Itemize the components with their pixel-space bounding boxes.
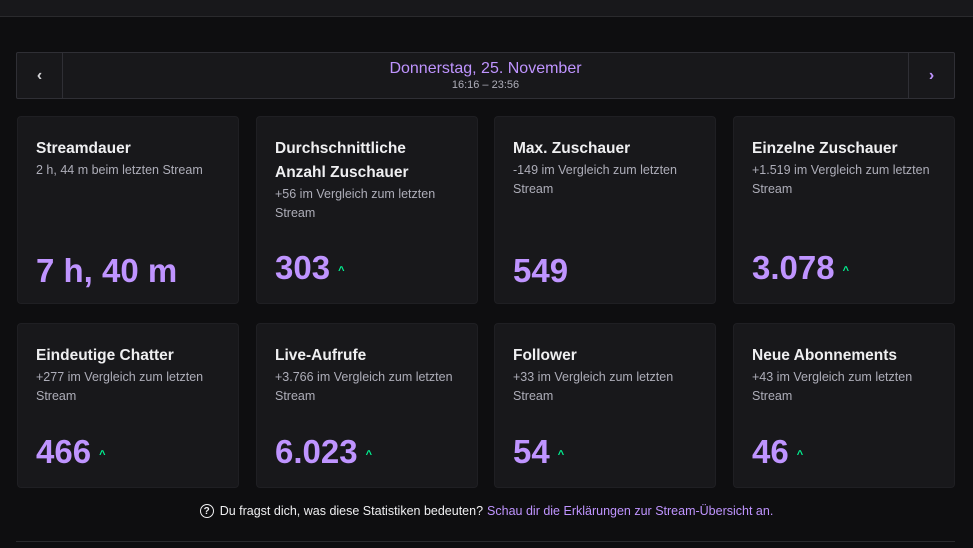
stat-title: Durchschnittliche Anzahl Zuschauer (275, 140, 409, 181)
stat-comparison: -149 im Vergleich zum letzten Stream (513, 163, 677, 196)
stat-value-text: 3.078 (752, 249, 835, 286)
stat-value: 6.023 ^ (275, 431, 372, 473)
stream-date: Donnerstag, 25. November (389, 60, 582, 77)
trend-up-icon: ^ (842, 265, 850, 277)
stat-title: Neue Abonnements (752, 347, 897, 364)
stat-card-new-subscriptions: Neue Abonnements +43 im Vergleich zum le… (733, 323, 955, 488)
stat-value: 7 h, 40 m (36, 253, 177, 289)
stat-card-followers: Follower +33 im Vergleich zum letzten St… (494, 323, 716, 488)
stat-value-text: 549 (513, 252, 569, 289)
next-stream-button[interactable]: › (908, 53, 954, 98)
trend-up-icon: ^ (796, 449, 804, 461)
stat-comparison: 2 h, 44 m beim letzten Stream (36, 163, 203, 177)
stat-value-text: 7 h, 40 m (36, 252, 178, 289)
stream-time-range: 16:16 – 23:56 (451, 79, 520, 91)
trend-up-icon: ^ (99, 449, 106, 461)
stat-title: Live-Aufrufe (275, 347, 367, 364)
stream-summary-explanation-link[interactable]: Schau dir die Erklärungen zur Stream-Übe… (487, 504, 773, 518)
date-navigator: ‹ Donnerstag, 25. November 16:16 – 23:56… (16, 52, 955, 99)
trend-up-icon: ^ (365, 449, 373, 461)
stat-comparison: +3.766 im Vergleich zum letzten Stream (275, 370, 453, 403)
stat-card-unique-viewers: Einzelne Zuschauer +1.519 im Vergleich z… (733, 116, 955, 304)
stat-value: 46 ^ (752, 431, 803, 473)
stat-title: Max. Zuschauer (513, 140, 631, 157)
stat-value: 549 (513, 253, 568, 289)
stat-card-live-views: Live-Aufrufe +3.766 im Vergleich zum let… (256, 323, 478, 488)
stat-card-unique-chatters: Eindeutige Chatter +277 im Vergleich zum… (17, 323, 239, 488)
stat-value-text: 46 (752, 433, 789, 470)
chevron-left-icon: ‹ (36, 66, 43, 84)
help-footer: ? Du fragst dich, was diese Statistiken … (0, 504, 973, 518)
stat-card-stream-duration: Streamdauer 2 h, 44 m beim letzten Strea… (17, 116, 239, 304)
stat-value-text: 466 (36, 433, 92, 470)
stat-value-text: 303 (275, 249, 331, 286)
top-bar (0, 0, 973, 17)
question-circle-icon: ? (199, 504, 214, 518)
trend-up-icon: ^ (557, 449, 565, 461)
date-display: Donnerstag, 25. November 16:16 – 23:56 (63, 53, 908, 98)
stat-title: Streamdauer (36, 140, 131, 157)
stat-value: 303 ^ (275, 247, 345, 289)
stat-value: 3.078 ^ (752, 247, 849, 289)
stat-title: Follower (513, 347, 577, 364)
previous-stream-button[interactable]: ‹ (17, 53, 63, 98)
stat-value: 54 ^ (513, 431, 564, 473)
stat-value: 466 ^ (36, 431, 106, 473)
help-text: Du fragst dich, was diese Statistiken be… (219, 504, 484, 518)
stat-card-max-viewers: Max. Zuschauer -149 im Vergleich zum let… (494, 116, 716, 304)
divider (16, 541, 955, 542)
chevron-right-icon: › (928, 66, 935, 84)
stat-comparison: +56 im Vergleich zum letzten Stream (275, 187, 436, 220)
stat-comparison: +43 im Vergleich zum letzten Stream (752, 370, 913, 403)
stat-comparison: +1.519 im Vergleich zum letzten Stream (752, 163, 930, 196)
stat-card-avg-viewers: Durchschnittliche Anzahl Zuschauer +56 i… (256, 116, 478, 304)
stat-comparison: +277 im Vergleich zum letzten Stream (36, 370, 204, 403)
trend-up-icon: ^ (338, 265, 345, 277)
stat-comparison: +33 im Vergleich zum letzten Stream (513, 370, 674, 403)
stat-title: Eindeutige Chatter (36, 347, 174, 364)
stat-title: Einzelne Zuschauer (752, 140, 898, 157)
stat-value-text: 6.023 (275, 433, 358, 470)
stat-value-text: 54 (513, 433, 550, 470)
